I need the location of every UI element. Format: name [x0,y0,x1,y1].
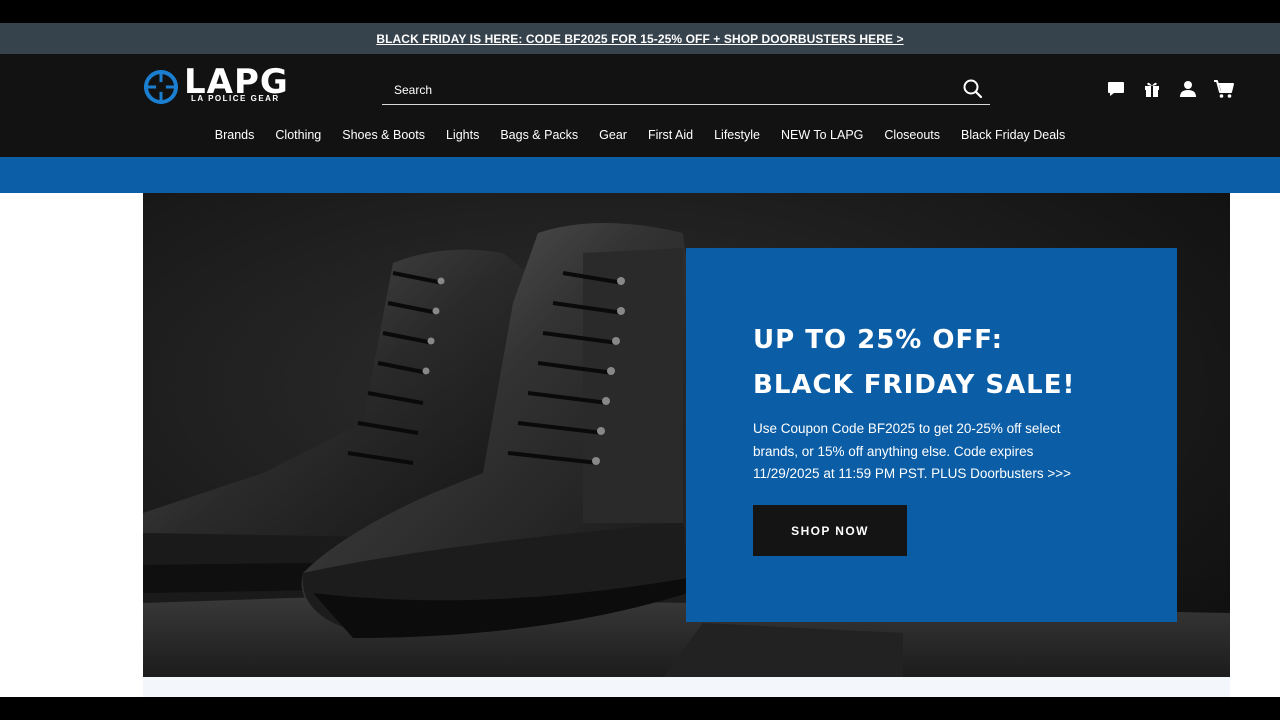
search-input[interactable] [394,80,954,100]
main-nav: Brands Clothing Shoes & Boots Lights Bag… [0,124,1280,146]
search-bar [382,74,990,105]
nav-item-lights[interactable]: Lights [435,124,489,146]
promo-card: UP TO 25% OFF: BLACK FRIDAY SALE! Use Co… [686,248,1177,622]
nav-item-clothing[interactable]: Clothing [265,124,332,146]
letterbox-top [0,0,1280,23]
blue-divider-band [0,157,1280,193]
account-icon[interactable] [1170,78,1206,100]
nav-item-shoes-boots[interactable]: Shoes & Boots [332,124,436,146]
crosshair-logo-icon [144,70,178,104]
nav-item-lifestyle[interactable]: Lifestyle [704,124,771,146]
header-icons [1098,78,1242,100]
promo-announcement-bar: BLACK FRIDAY IS HERE: CODE BF2025 FOR 15… [0,23,1280,54]
promo-announcement-link[interactable]: BLACK FRIDAY IS HERE: CODE BF2025 FOR 15… [376,32,903,46]
shop-now-button[interactable]: SHOP NOW [753,505,907,556]
nav-item-first-aid[interactable]: First Aid [637,124,703,146]
chat-icon[interactable] [1098,78,1134,100]
promo-title-line2: BLACK FRIDAY SALE! [753,370,1076,400]
letterbox-bottom [0,697,1280,720]
nav-item-gear[interactable]: Gear [589,124,638,146]
site-header: LAPG LA POLICE GEAR Search Brands Clothi… [0,54,1280,157]
nav-item-bags-packs[interactable]: Bags & Packs [490,124,589,146]
gift-icon[interactable] [1134,78,1170,100]
nav-item-closeouts[interactable]: Closeouts [874,124,951,146]
logo-tagline: LA POLICE GEAR [191,94,280,103]
promo-title-line1: UP TO 25% OFF: [753,325,1003,355]
nav-item-new-to-lapg[interactable]: NEW To LAPG [770,124,873,146]
lapg-logo[interactable]: LAPG LA POLICE GEAR [143,65,293,108]
hero-bottom-strip [143,677,1230,697]
search-icon[interactable] [962,78,984,100]
promo-description: Use Coupon Code BF2025 to get 20-25% off… [753,421,1072,481]
nav-item-black-friday-deals[interactable]: Black Friday Deals [951,124,1076,146]
promo-title: UP TO 25% OFF: BLACK FRIDAY SALE! [753,318,1153,408]
cart-icon[interactable] [1206,78,1242,100]
nav-item-brands[interactable]: Brands [204,124,265,146]
